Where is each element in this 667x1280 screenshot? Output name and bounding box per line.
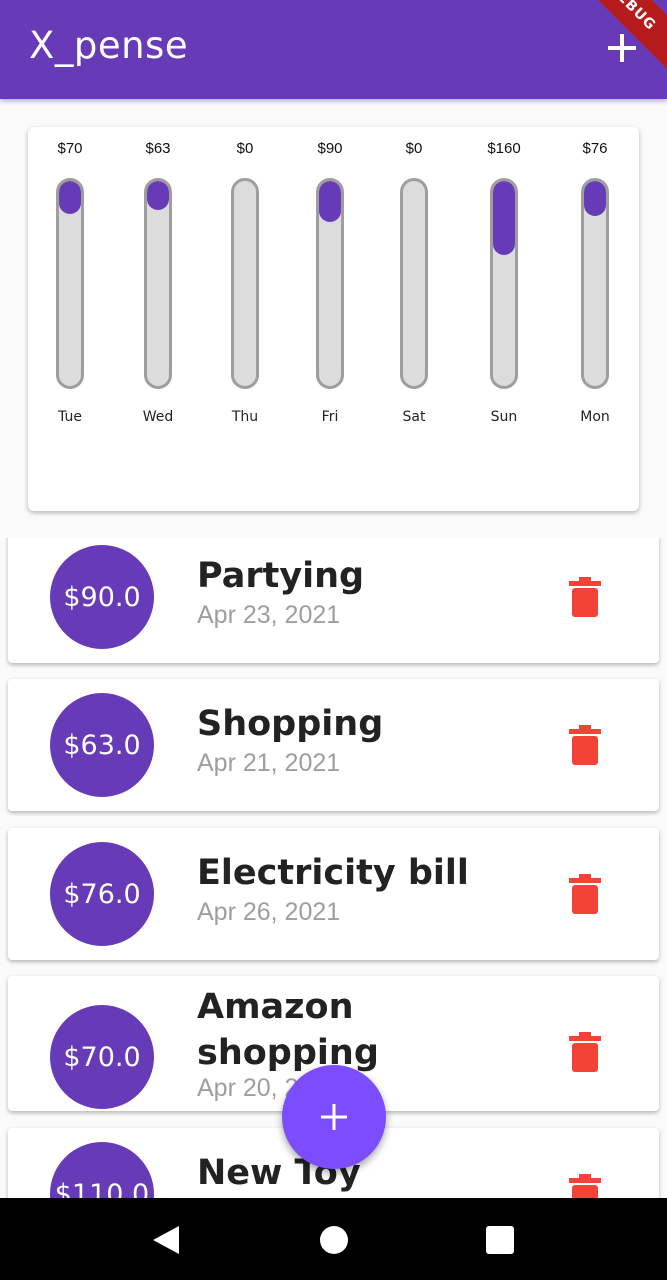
amount-avatar: $70.0 [50,1005,154,1109]
bar-track [400,178,428,389]
bar-fill [59,181,81,214]
bar-amount-label: $90 [317,140,343,157]
add-transaction-fab[interactable] [282,1065,386,1169]
plus-icon [321,1104,347,1130]
transaction-card: $76.0 Electricity bill Apr 26, 2021 [8,828,659,960]
transaction-title: Amazon shopping [197,987,379,1073]
bar-day-label: Sun [490,409,518,425]
amount-avatar: $90.0 [50,545,154,649]
bar-track [581,178,609,389]
bar-fill [584,181,606,216]
amount-avatar: $110.0 [50,1142,154,1198]
amount-avatar: $63.0 [50,693,154,797]
bar-track [56,178,84,389]
bar-day-label: Fri [321,409,339,425]
transaction-title: Shopping [197,704,384,744]
system-nav-bar [0,1198,667,1280]
bar-day-label: Thu [231,409,259,425]
transaction-card: $63.0 Shopping Apr 21, 2021 [8,679,659,811]
recents-square-icon [486,1226,514,1254]
trash-icon [569,725,601,765]
bar-day-label: Mon [580,409,610,425]
home-circle-icon [320,1226,348,1254]
trash-icon [569,1174,601,1198]
amount-avatar: $76.0 [50,842,154,946]
transaction-title: Partying [197,556,365,596]
recents-button[interactable] [480,1220,520,1260]
bar-fill [147,181,169,210]
delete-button[interactable] [568,874,602,914]
bar-amount-label: $0 [405,140,423,157]
bar-amount-label: $70 [57,140,83,157]
trash-icon [569,1032,601,1072]
transaction-card: $90.0 Partying Apr 23, 2021 [8,538,659,663]
bar-track [231,178,259,389]
transaction-date: Apr 23, 2021 [197,601,341,629]
delete-button[interactable] [568,1174,602,1198]
app-bar: X_pense DEBUG [0,0,667,99]
delete-button[interactable] [568,1032,602,1072]
bar-amount-label: $0 [236,140,254,157]
delete-button[interactable] [568,725,602,765]
bar-day-label: Sat [402,409,426,425]
bar-amount-label: $63 [145,140,171,157]
bar-track [490,178,518,389]
home-button[interactable] [314,1220,354,1260]
bar-amount-label: $160 [487,140,521,157]
bar-track [144,178,172,389]
back-button[interactable] [147,1220,187,1260]
app-title: X_pense [29,24,189,67]
transaction-title: Electricity bill [197,853,469,893]
bar-day-label: Tue [58,409,82,425]
bar-amount-label: $76 [582,140,608,157]
transaction-date: Apr 21, 2021 [197,749,341,777]
weekly-chart-card: $70 Tue $63 Wed $0 Thu $90 Fri $0 Sat $160 Sun $76 Mo… [28,127,639,511]
bar-track [316,178,344,389]
trash-icon [569,874,601,914]
back-triangle-icon [153,1226,179,1254]
bar-fill [493,181,515,255]
trash-icon [569,577,601,617]
bar-day-label: Wed [142,409,174,425]
bar-fill [319,181,341,222]
transaction-date: Apr 26, 2021 [197,898,341,926]
delete-button[interactable] [568,577,602,617]
